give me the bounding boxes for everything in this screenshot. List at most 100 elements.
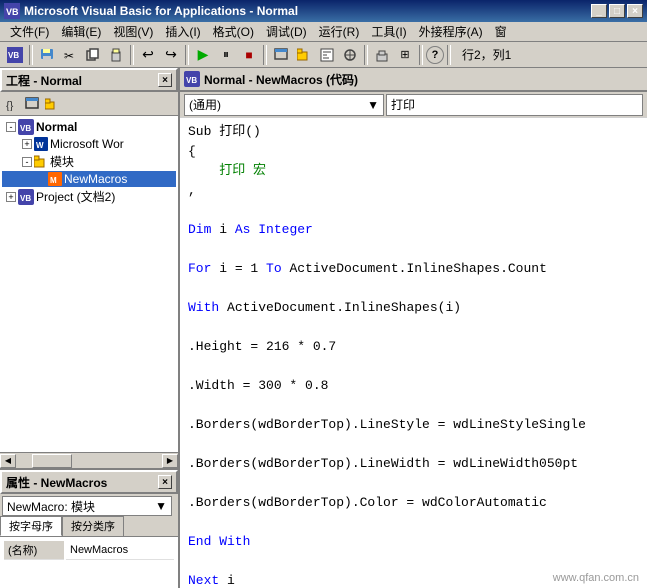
code-text-8c: ActiveDocument.InlineShapes.Count	[289, 259, 546, 279]
properties-dropdown[interactable]: NewMacro: 模块 ▼	[2, 496, 172, 516]
code-text-16: .Borders(wdBorderTop).LineStyle = wdLine…	[188, 415, 586, 435]
code-keyword-next: Next	[188, 571, 227, 588]
code-text-12: .Height = 216 * 0.7	[188, 337, 336, 357]
menu-view[interactable]: 视图(V)	[107, 21, 159, 42]
toolbar-sep-6	[419, 45, 423, 65]
toolbar-toolbox-btn[interactable]	[371, 44, 393, 66]
hscroll-left-btn[interactable]: ◀	[0, 454, 16, 468]
menu-format[interactable]: 格式(O)	[207, 21, 260, 42]
code-line-6: Dim i As Integer	[188, 220, 639, 240]
properties-panel-close[interactable]: ×	[158, 475, 172, 489]
code-line-20: .Borders(wdBorderTop).Color = wdColorAut…	[188, 493, 639, 513]
toolbar-objectbrowser-btn[interactable]	[339, 44, 361, 66]
code-text-7	[188, 239, 196, 259]
toolbar-vba-icon[interactable]: VB	[4, 44, 26, 66]
code-panel-header: VB Normal - NewMacros (代码)	[180, 68, 647, 92]
code-line-10: With ActiveDocument.InlineShapes(i)	[188, 298, 639, 318]
expand-project2[interactable]: +	[6, 192, 16, 202]
menu-window[interactable]: 窗	[489, 21, 513, 42]
code-keyword-to: To	[266, 259, 289, 279]
code-line-12: .Height = 216 * 0.7	[188, 337, 639, 357]
module-dropdown-arrow: ▼	[367, 98, 379, 112]
tree-label-modules: 模块	[50, 153, 74, 170]
toggle-folders-btn[interactable]	[42, 95, 62, 113]
toolbar-stop-btn[interactable]: ■	[238, 44, 260, 66]
properties-tab-alpha[interactable]: 按字母序	[0, 516, 62, 536]
code-text-19	[188, 473, 196, 493]
menu-addins[interactable]: 外接程序(A)	[413, 21, 489, 42]
procedure-dropdown[interactable]: 打印	[386, 94, 643, 116]
vba-app-icon: VB	[4, 3, 20, 19]
view-code-btn[interactable]: {}	[2, 95, 22, 113]
expand-word[interactable]: +	[22, 139, 32, 149]
minimize-button[interactable]: _	[591, 4, 607, 18]
code-text-17	[188, 434, 196, 454]
menu-debug[interactable]: 调试(D)	[260, 21, 313, 42]
project-tree-hscroll[interactable]: ◀ ▶	[0, 452, 178, 468]
properties-row-name: (名称) NewMacros	[4, 541, 174, 560]
code-text-10b: ActiveDocument.InlineShapes(i)	[227, 298, 461, 318]
properties-panel-header: 属性 - NewMacros ×	[0, 470, 178, 494]
toolbar-redo-btn[interactable]: ↪	[160, 44, 182, 66]
view-object-btn[interactable]	[22, 95, 42, 113]
svg-text:VB: VB	[186, 76, 197, 85]
toolbar-sep-7	[447, 45, 451, 65]
menu-tools[interactable]: 工具(I)	[365, 21, 412, 42]
project-panel-close[interactable]: ×	[158, 73, 172, 87]
toolbar-save-btn[interactable]	[36, 44, 58, 66]
tree-item-newmacros[interactable]: M NewMacros	[2, 171, 176, 187]
toolbar-userform-btn[interactable]	[270, 44, 292, 66]
tree-item-word[interactable]: + W Microsoft Wor	[2, 136, 176, 152]
svg-text:M: M	[50, 176, 57, 185]
toolbar-cut-btn[interactable]: ✂	[59, 44, 81, 66]
watermark: www.qfan.com.cn	[553, 572, 639, 584]
toolbar-props-btn[interactable]	[316, 44, 338, 66]
code-text-5	[188, 200, 196, 220]
code-text-1: Sub 打印()	[188, 122, 261, 142]
main-content-area: 工程 - Normal × {}	[0, 68, 647, 588]
maximize-button[interactable]: □	[609, 4, 625, 18]
hscroll-thumb[interactable]	[32, 454, 72, 468]
menu-edit[interactable]: 编辑(E)	[55, 21, 107, 42]
svg-text:VB: VB	[20, 194, 31, 203]
close-button[interactable]: ×	[627, 4, 643, 18]
code-editor-area[interactable]: Sub 打印() { 打印 宏 , Dim i As Integer	[180, 118, 647, 588]
code-keyword-for: For	[188, 259, 219, 279]
svg-text:VB: VB	[20, 124, 31, 133]
module-dropdown[interactable]: (通用) ▼	[184, 94, 384, 116]
tree-item-project2[interactable]: + VB Project (文档2)	[2, 187, 176, 206]
menu-run[interactable]: 运行(R)	[313, 21, 366, 42]
toolbar-copy-btn[interactable]	[82, 44, 104, 66]
tree-item-modules[interactable]: - 模块	[2, 152, 176, 171]
code-text-4: ,	[188, 181, 196, 201]
toolbar-help-btn[interactable]: ?	[426, 46, 444, 64]
code-keyword-end-with: End With	[188, 532, 250, 552]
toolbar-undo-btn[interactable]: ↩	[137, 44, 159, 66]
tree-label-project2: Project (文档2)	[36, 188, 115, 205]
main-toolbar: VB ✂ ↩ ↪ ▶ ⏸ ■	[0, 42, 647, 68]
properties-tab-category[interactable]: 按分类序	[62, 516, 124, 536]
expand-modules[interactable]: -	[22, 157, 32, 167]
props-name-value[interactable]: NewMacros	[66, 541, 174, 560]
code-line-22: End With	[188, 532, 639, 552]
toolbar-sep-1	[29, 45, 33, 65]
code-text-21	[188, 512, 196, 532]
svg-text:VB: VB	[6, 7, 19, 17]
toolbar-run-btn[interactable]: ▶	[192, 44, 214, 66]
code-text-2: {	[188, 142, 196, 162]
code-text-24b: i	[227, 571, 235, 588]
menu-insert[interactable]: 插入(I)	[159, 21, 206, 42]
toolbar-paste-btn[interactable]	[105, 44, 127, 66]
tree-item-normal[interactable]: - VB Normal	[2, 118, 176, 136]
menu-file[interactable]: 文件(F)	[4, 21, 55, 42]
code-line-16: .Borders(wdBorderTop).LineStyle = wdLine…	[188, 415, 639, 435]
code-editor-panel: VB Normal - NewMacros (代码) (通用) ▼ 打印 Sub…	[180, 68, 647, 588]
toolbar-pause-btn[interactable]: ⏸	[215, 44, 237, 66]
toolbar-project-btn[interactable]	[293, 44, 315, 66]
code-text-23	[188, 551, 196, 571]
expand-normal[interactable]: -	[6, 122, 16, 132]
hscroll-right-btn[interactable]: ▶	[162, 454, 178, 468]
toolbar-extra-btn[interactable]: ⊞	[394, 44, 416, 66]
project-panel-header: 工程 - Normal ×	[0, 68, 178, 92]
code-text-9	[188, 278, 196, 298]
